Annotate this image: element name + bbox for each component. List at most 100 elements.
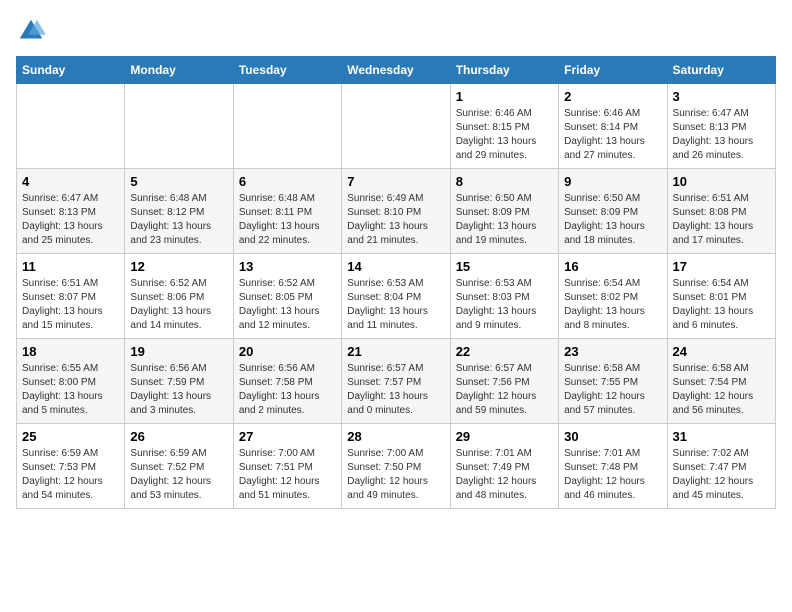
day-number: 23 — [564, 344, 661, 359]
day-number: 26 — [130, 429, 227, 444]
calendar-cell: 2 Sunrise: 6:46 AM Sunset: 8:14 PM Daylig… — [559, 84, 667, 169]
day-detail: Sunrise: 6:57 AM Sunset: 7:57 PM Dayligh… — [347, 362, 444, 418]
calendar-header: SundayMondayTuesdayWednesdayThursdayFrid… — [17, 57, 776, 84]
day-header-monday: Monday — [125, 57, 233, 84]
day-detail: Sunrise: 6:59 AM Sunset: 7:53 PM Dayligh… — [22, 447, 119, 503]
day-number: 13 — [239, 259, 336, 274]
calendar-cell — [233, 84, 341, 169]
logo[interactable] — [16, 16, 50, 46]
week-row-1: 4Sunrise: 6:47 AM Sunset: 8:13 PM Daylig… — [17, 169, 776, 254]
day-number: 6 — [239, 174, 336, 189]
day-number: 18 — [22, 344, 119, 359]
day-detail: Sunrise: 7:02 AM Sunset: 7:47 PM Dayligh… — [673, 447, 770, 503]
day-detail: Sunrise: 6:59 AM Sunset: 7:52 PM Dayligh… — [130, 447, 227, 503]
day-number: 8 — [456, 174, 553, 189]
day-number: 27 — [239, 429, 336, 444]
week-row-0: 1 Sunrise: 6:46 AM Sunset: 8:15 PM Daylig… — [17, 84, 776, 169]
calendar-cell: 10 Sunrise: 6:51 AM Sunset: 8:08 PM Dayli… — [667, 169, 775, 254]
day-detail: Sunrise: 6:51 AM Sunset: 8:07 PM Dayligh… — [22, 277, 119, 333]
calendar-cell: 31 Sunrise: 7:02 AM Sunset: 7:47 PM Dayli… — [667, 424, 775, 509]
day-number: 12 — [130, 259, 227, 274]
day-detail: Sunrise: 6:46 AM Sunset: 8:15 PM Dayligh… — [456, 107, 553, 163]
calendar-cell: 25Sunrise: 6:59 AM Sunset: 7:53 PM Dayli… — [17, 424, 125, 509]
day-header-thursday: Thursday — [450, 57, 558, 84]
day-number: 31 — [673, 429, 770, 444]
calendar-cell: 11 Sunrise: 6:51 AM Sunset: 8:07 PM Dayli… — [17, 254, 125, 339]
calendar-cell: 17 Sunrise: 6:54 AM Sunset: 8:01 PM Dayli… — [667, 254, 775, 339]
day-number: 17 — [673, 259, 770, 274]
calendar-cell: 16Sunrise: 6:54 AM Sunset: 8:02 PM Dayli… — [559, 254, 667, 339]
day-detail: Sunrise: 6:52 AM Sunset: 8:06 PM Dayligh… — [130, 277, 227, 333]
calendar-cell: 30 Sunrise: 7:01 AM Sunset: 7:48 PM Dayli… — [559, 424, 667, 509]
calendar-cell: 7 Sunrise: 6:49 AM Sunset: 8:10 PM Daylig… — [342, 169, 450, 254]
calendar-cell: 18 Sunrise: 6:55 AM Sunset: 8:00 PM Dayli… — [17, 339, 125, 424]
day-number: 2 — [564, 89, 661, 104]
day-number: 15 — [456, 259, 553, 274]
calendar-cell: 22Sunrise: 6:57 AM Sunset: 7:56 PM Dayli… — [450, 339, 558, 424]
week-row-4: 25Sunrise: 6:59 AM Sunset: 7:53 PM Dayli… — [17, 424, 776, 509]
calendar-cell: 24 Sunrise: 6:58 AM Sunset: 7:54 PM Dayli… — [667, 339, 775, 424]
calendar-cell: 21 Sunrise: 6:57 AM Sunset: 7:57 PM Dayli… — [342, 339, 450, 424]
week-row-2: 11 Sunrise: 6:51 AM Sunset: 8:07 PM Dayli… — [17, 254, 776, 339]
day-number: 19 — [130, 344, 227, 359]
day-number: 3 — [673, 89, 770, 104]
day-detail: Sunrise: 6:52 AM Sunset: 8:05 PM Dayligh… — [239, 277, 336, 333]
calendar-cell: 1 Sunrise: 6:46 AM Sunset: 8:15 PM Daylig… — [450, 84, 558, 169]
day-number: 10 — [673, 174, 770, 189]
day-detail: Sunrise: 6:50 AM Sunset: 8:09 PM Dayligh… — [564, 192, 661, 248]
day-detail: Sunrise: 6:50 AM Sunset: 8:09 PM Dayligh… — [456, 192, 553, 248]
calendar-cell: 13 Sunrise: 6:52 AM Sunset: 8:05 PM Dayli… — [233, 254, 341, 339]
day-number: 24 — [673, 344, 770, 359]
day-number: 22 — [456, 344, 553, 359]
day-detail: Sunrise: 6:56 AM Sunset: 7:59 PM Dayligh… — [130, 362, 227, 418]
day-number: 16 — [564, 259, 661, 274]
day-header-saturday: Saturday — [667, 57, 775, 84]
page-header — [16, 16, 776, 46]
calendar-cell: 15 Sunrise: 6:53 AM Sunset: 8:03 PM Dayli… — [450, 254, 558, 339]
day-header-friday: Friday — [559, 57, 667, 84]
day-detail: Sunrise: 6:53 AM Sunset: 8:03 PM Dayligh… — [456, 277, 553, 333]
day-number: 5 — [130, 174, 227, 189]
day-detail: Sunrise: 6:49 AM Sunset: 8:10 PM Dayligh… — [347, 192, 444, 248]
day-number: 1 — [456, 89, 553, 104]
calendar-cell: 9 Sunrise: 6:50 AM Sunset: 8:09 PM Daylig… — [559, 169, 667, 254]
day-detail: Sunrise: 6:53 AM Sunset: 8:04 PM Dayligh… — [347, 277, 444, 333]
day-detail: Sunrise: 7:01 AM Sunset: 7:48 PM Dayligh… — [564, 447, 661, 503]
day-detail: Sunrise: 7:00 AM Sunset: 7:50 PM Dayligh… — [347, 447, 444, 503]
day-detail: Sunrise: 6:47 AM Sunset: 8:13 PM Dayligh… — [22, 192, 119, 248]
logo-icon — [16, 16, 46, 46]
day-detail: Sunrise: 6:54 AM Sunset: 8:01 PM Dayligh… — [673, 277, 770, 333]
day-header-tuesday: Tuesday — [233, 57, 341, 84]
day-detail: Sunrise: 6:58 AM Sunset: 7:55 PM Dayligh… — [564, 362, 661, 418]
day-detail: Sunrise: 7:01 AM Sunset: 7:49 PM Dayligh… — [456, 447, 553, 503]
calendar-cell: 8 Sunrise: 6:50 AM Sunset: 8:09 PM Daylig… — [450, 169, 558, 254]
day-header-wednesday: Wednesday — [342, 57, 450, 84]
calendar-cell: 29Sunrise: 7:01 AM Sunset: 7:49 PM Dayli… — [450, 424, 558, 509]
calendar-cell: 19 Sunrise: 6:56 AM Sunset: 7:59 PM Dayli… — [125, 339, 233, 424]
day-detail: Sunrise: 6:47 AM Sunset: 8:13 PM Dayligh… — [673, 107, 770, 163]
day-detail: Sunrise: 6:51 AM Sunset: 8:08 PM Dayligh… — [673, 192, 770, 248]
calendar-cell — [17, 84, 125, 169]
day-number: 9 — [564, 174, 661, 189]
calendar-body: 1 Sunrise: 6:46 AM Sunset: 8:15 PM Daylig… — [17, 84, 776, 509]
day-detail: Sunrise: 6:58 AM Sunset: 7:54 PM Dayligh… — [673, 362, 770, 418]
calendar-cell — [125, 84, 233, 169]
week-row-3: 18 Sunrise: 6:55 AM Sunset: 8:00 PM Dayli… — [17, 339, 776, 424]
day-number: 30 — [564, 429, 661, 444]
day-detail: Sunrise: 6:48 AM Sunset: 8:12 PM Dayligh… — [130, 192, 227, 248]
day-detail: Sunrise: 6:48 AM Sunset: 8:11 PM Dayligh… — [239, 192, 336, 248]
header-row: SundayMondayTuesdayWednesdayThursdayFrid… — [17, 57, 776, 84]
calendar-cell: 14Sunrise: 6:53 AM Sunset: 8:04 PM Dayli… — [342, 254, 450, 339]
day-detail: Sunrise: 7:00 AM Sunset: 7:51 PM Dayligh… — [239, 447, 336, 503]
calendar-cell: 28Sunrise: 7:00 AM Sunset: 7:50 PM Dayli… — [342, 424, 450, 509]
day-number: 7 — [347, 174, 444, 189]
day-number: 21 — [347, 344, 444, 359]
day-detail: Sunrise: 6:46 AM Sunset: 8:14 PM Dayligh… — [564, 107, 661, 163]
calendar-cell — [342, 84, 450, 169]
calendar-cell: 26 Sunrise: 6:59 AM Sunset: 7:52 PM Dayli… — [125, 424, 233, 509]
day-header-sunday: Sunday — [17, 57, 125, 84]
day-detail: Sunrise: 6:55 AM Sunset: 8:00 PM Dayligh… — [22, 362, 119, 418]
calendar-cell: 23 Sunrise: 6:58 AM Sunset: 7:55 PM Dayli… — [559, 339, 667, 424]
calendar-cell: 3 Sunrise: 6:47 AM Sunset: 8:13 PM Daylig… — [667, 84, 775, 169]
day-number: 11 — [22, 259, 119, 274]
